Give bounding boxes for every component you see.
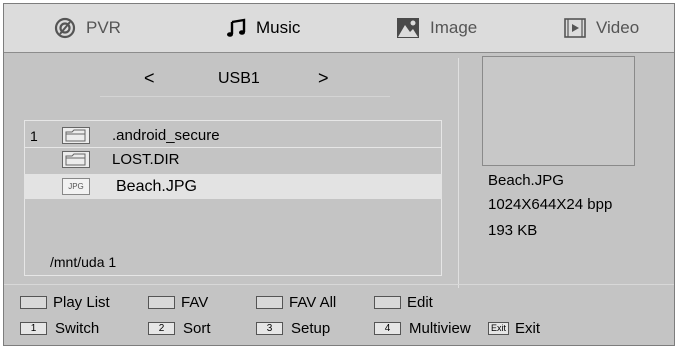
folder-icon	[62, 151, 90, 173]
key-3-badge: 3	[256, 322, 283, 335]
vertical-divider	[458, 58, 459, 288]
nav-next-arrow[interactable]: >	[318, 68, 329, 89]
color-key-swatch	[20, 296, 47, 309]
edit-button[interactable]: Edit	[374, 294, 433, 311]
file-row-selected[interactable]: JPG Beach.JPG	[24, 174, 442, 199]
edit-label: Edit	[407, 294, 433, 311]
exit-label: Exit	[515, 320, 541, 337]
setup-button[interactable]: 3 Setup	[256, 320, 330, 337]
tab-music-label: Music	[256, 18, 301, 37]
color-key-swatch	[256, 296, 283, 309]
play-list-label: Play List	[53, 294, 110, 311]
color-key-swatch	[148, 296, 175, 309]
tab-video[interactable]: Video	[564, 4, 639, 52]
sort-button[interactable]: 2 Sort	[148, 320, 211, 337]
pvr-icon	[54, 17, 76, 39]
switch-button[interactable]: 1 Switch	[20, 320, 99, 337]
file-row-name: .android_secure	[112, 127, 220, 144]
tab-bar: PVR Music Image Video	[4, 4, 674, 53]
info-filename: Beach.JPG	[488, 172, 564, 189]
folder-icon	[62, 127, 90, 149]
fav-all-button[interactable]: FAV All	[256, 294, 336, 311]
file-row[interactable]: 1 .android_secure	[24, 124, 442, 147]
bottom-divider	[4, 284, 674, 285]
play-list-button[interactable]: Play List	[20, 294, 110, 311]
multiview-button[interactable]: 4 Multiview	[374, 320, 471, 337]
nav-divider	[100, 96, 390, 97]
file-row-name: Beach.JPG	[116, 177, 197, 195]
key-2-badge: 2	[148, 322, 175, 335]
multiview-label: Multiview	[409, 320, 471, 337]
image-preview	[482, 56, 635, 166]
fav-all-label: FAV All	[289, 294, 337, 311]
tab-video-label: Video	[596, 18, 640, 37]
image-icon	[396, 17, 420, 39]
info-resolution: 1024X644X24 bpp	[488, 196, 613, 213]
jpg-file-icon: JPG	[62, 178, 90, 200]
video-icon	[564, 18, 586, 38]
music-note-icon	[226, 18, 246, 38]
file-row-name: LOST.DIR	[112, 151, 180, 168]
tab-pvr[interactable]: PVR	[54, 4, 121, 52]
sort-label: Sort	[183, 320, 211, 337]
tab-image[interactable]: Image	[396, 4, 477, 52]
exit-button[interactable]: Exit Exit	[488, 320, 540, 337]
switch-label: Switch	[55, 320, 100, 337]
tab-pvr-label: PVR	[86, 18, 121, 37]
current-path: /mnt/uda 1	[50, 254, 117, 270]
device-label: USB1	[218, 70, 260, 87]
color-key-swatch	[374, 296, 401, 309]
nav-prev-arrow[interactable]: <	[144, 68, 155, 89]
key-4-badge: 4	[374, 322, 401, 335]
fav-label: FAV	[181, 294, 209, 311]
setup-label: Setup	[291, 320, 331, 337]
file-row-number: 1	[30, 127, 38, 144]
tab-image-label: Image	[430, 18, 478, 37]
info-size: 193 KB	[488, 222, 538, 239]
key-1-badge: 1	[20, 322, 47, 335]
jpg-badge-label: JPG	[68, 182, 84, 191]
fav-button[interactable]: FAV	[148, 294, 208, 311]
tab-music[interactable]: Music	[226, 4, 300, 52]
file-row[interactable]: LOST.DIR	[24, 148, 442, 171]
exit-key-badge: Exit	[488, 322, 510, 335]
